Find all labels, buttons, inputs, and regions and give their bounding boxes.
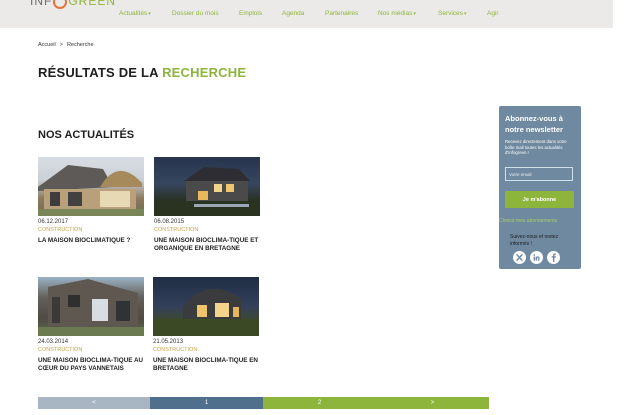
breadcrumb-current: Recherche [66,42,94,48]
top-header: INF GREEN Actualités▾ Dossier du mois Emp… [0,0,613,28]
pagination: < 1 2 > [38,397,489,409]
newsletter-description: Recevez directement dans votre boîte mai… [505,139,567,155]
nav-item-agir[interactable]: Agir [487,10,499,17]
article-card[interactable]: 24.03.2014 CONSTRUCTION UNE MAISON BIOCL… [38,277,144,372]
page-title-accent: RECHERCHE [162,65,247,80]
choose-subscriptions-link[interactable]: Choisir mes abonnements [499,218,581,224]
breadcrumb: Accueil > Recherche [38,42,94,48]
nav-item-nos-medias[interactable]: Nos médias▾ [378,10,416,17]
chevron-down-icon: ▾ [463,11,467,17]
page-title: RÉSULTATS DE LA RECHERCHE [38,65,247,80]
article-category[interactable]: CONSTRUCTION [153,347,197,353]
article-category[interactable]: CONSTRUCTION [154,227,198,233]
article-date: 06.12.2017 [38,219,69,225]
article-title[interactable]: UNE MAISON BIOCLIMA-TIQUE AU CŒUR DU PAY… [38,357,144,373]
pagination-next-button[interactable]: > [376,397,489,409]
chevron-down-icon: ▾ [148,11,151,17]
breadcrumb-home[interactable]: Accueil [38,42,56,48]
site-logo[interactable]: INF GREEN [30,0,116,9]
nav-item-agenda[interactable]: Agenda [282,10,304,17]
article-thumbnail[interactable] [38,157,144,216]
article-date: 21.05.2013 [153,339,184,345]
section-title: NOS ACTUALITÉS [38,129,135,141]
pagination-page-2[interactable]: 2 [263,397,376,409]
newsletter-email-input[interactable] [505,167,573,181]
article-date: 24.03.2014 [38,339,69,345]
breadcrumb-separator: > [59,42,63,48]
x-icon[interactable] [513,251,526,264]
nav-item-actualites[interactable]: Actualités▾ [119,10,151,17]
article-card[interactable]: 06.08.2015 CONSTRUCTION UNE MAISON BIOCL… [154,157,260,252]
nav-item-emplois[interactable]: Emplois [239,10,262,17]
article-date: 06.08.2015 [154,219,185,225]
facebook-icon[interactable] [547,251,560,264]
article-thumbnail[interactable] [38,277,144,336]
article-card[interactable]: 06.12.2017 CONSTRUCTION LA MAISON BIOCLI… [38,157,144,244]
nav-item-dossier[interactable]: Dossier du mois [172,10,219,17]
pagination-prev-button[interactable]: < [38,397,150,409]
article-thumbnail[interactable] [154,157,260,216]
article-thumbnail[interactable] [153,277,259,336]
article-title[interactable]: UNE MAISON BIOCLIMA-TIQUE EN BRETAGNE [153,357,259,373]
article-category[interactable]: CONSTRUCTION [38,347,82,353]
newsletter-title: Abonnez-vous à notre newsletter [505,114,563,134]
nav-item-services[interactable]: Services▾ [438,10,466,17]
chevron-down-icon: ▾ [413,11,416,17]
article-title[interactable]: LA MAISON BIOCLIMATIQUE ? [38,237,144,245]
newsletter-follow-text: Suivez-nous et restez informés ! [510,234,559,247]
article-category[interactable]: CONSTRUCTION [38,227,82,233]
article-card[interactable]: 21.05.2013 CONSTRUCTION UNE MAISON BIOCL… [153,277,259,372]
subscribe-button[interactable]: Je m'abonne [505,191,574,208]
linkedin-icon[interactable] [530,251,543,264]
pagination-page-1[interactable]: 1 [150,397,263,409]
article-title[interactable]: UNE MAISON BIOCLIMA-TIQUE ET ORGANIQUE E… [154,237,260,253]
nav-item-partenaires[interactable]: Partenaires [325,10,358,17]
